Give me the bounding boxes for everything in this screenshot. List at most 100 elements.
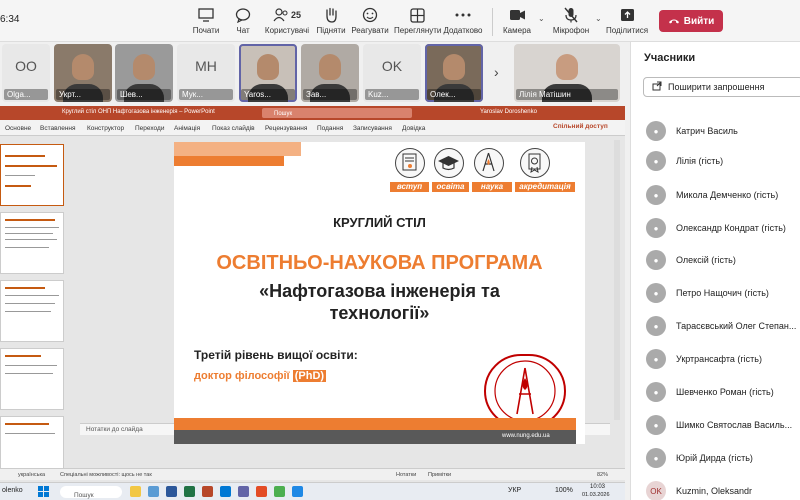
ribbon-tab[interactable]: Вставлення (40, 125, 76, 132)
avatar: ● (646, 349, 666, 369)
app-icon[interactable] (148, 486, 159, 497)
avatar: ● (646, 448, 666, 468)
participant-row[interactable]: ● Катрич Василь (631, 116, 800, 146)
ppt-search-box[interactable]: Пошук (262, 108, 412, 118)
ribbon-tab[interactable]: Довідка (402, 125, 425, 132)
video-tile[interactable]: Зав... (301, 44, 359, 102)
ribbon-tabs: Основне Вставлення Конструктор Переходи … (0, 120, 625, 136)
ribbon-tab[interactable]: Показ слайдів (212, 125, 255, 132)
taskbar-search[interactable]: Пошук (60, 486, 122, 499)
teams-icon[interactable] (238, 486, 249, 497)
more-button[interactable]: Додатково (440, 6, 486, 35)
mic-off-icon (548, 6, 594, 24)
slide-thumbnail[interactable] (0, 348, 64, 410)
ribbon-tab[interactable]: Анімація (174, 125, 200, 132)
word-icon[interactable] (166, 486, 177, 497)
video-tile[interactable]: Yaros... (239, 44, 297, 102)
mic-button[interactable]: Мікрофон (548, 6, 594, 35)
camera-icon (494, 6, 540, 24)
ellipsis-icon (440, 6, 486, 24)
app-icon[interactable] (292, 486, 303, 497)
share-invite-button[interactable]: Поширити запрошення (643, 77, 800, 97)
participant-video (556, 54, 578, 80)
slide-degree: доктор філософії (PhD) (194, 370, 327, 382)
windows-start-icon[interactable] (38, 486, 49, 497)
chat-button[interactable]: Чат (220, 6, 266, 35)
screen: 6:34 Почати Чат 25 Користувачі Підняти Р… (0, 0, 800, 500)
slide-thumbnail[interactable] (0, 144, 64, 206)
current-slide: вступ освіта наука акредитація КРУГЛИЙ С… (174, 142, 585, 444)
zoom-level[interactable]: 82% (597, 472, 608, 478)
category-label: акредитація (515, 182, 575, 192)
avatar: ● (646, 415, 666, 435)
share-icon (652, 81, 662, 93)
camera-button[interactable]: Камера (494, 6, 540, 35)
oil-rig-icon (474, 148, 504, 178)
video-tile[interactable]: Шев... (115, 44, 173, 102)
participant-row[interactable]: ● Олексій (гість) (631, 245, 800, 275)
participant-row[interactable]: ● Юрій Дирда (гість) (631, 443, 800, 473)
slide-thumbnail[interactable] (0, 212, 64, 274)
people-button[interactable]: 25 Користувачі (264, 6, 310, 35)
ribbon-tab[interactable]: Основне (5, 125, 31, 132)
phone-hangup-icon (668, 16, 680, 27)
video-tile[interactable]: OK Kuz... (363, 44, 421, 102)
leave-button[interactable]: Вийти (659, 10, 723, 32)
avatar: ● (646, 283, 666, 303)
slide-program-name: «Нафтогазова інженерія та технології» (259, 281, 500, 323)
video-tile[interactable]: Укрт... (54, 44, 112, 102)
ribbon-tab[interactable]: Записування (353, 125, 392, 132)
camera-options-chevron-icon[interactable]: ⌄ (538, 14, 545, 23)
meeting-toolbar: 6:34 Почати Чат 25 Користувачі Підняти Р… (0, 0, 800, 42)
slide-thumbnail[interactable] (0, 416, 64, 474)
slide-scrollbar[interactable] (614, 140, 620, 420)
participant-video (257, 54, 279, 80)
video-tile[interactable]: МН Мук... (177, 44, 235, 102)
avatar: ● (646, 151, 666, 171)
participant-row[interactable]: ● Тарасєвський Олег Степан... (631, 311, 800, 341)
participant-row[interactable]: ● Лілія (гість) (631, 146, 800, 176)
participant-row[interactable]: ● Петро Нащочич (гість) (631, 278, 800, 308)
ribbon-tab[interactable]: Подання (317, 125, 343, 132)
accreditation-icon (520, 148, 550, 178)
panel-title: Учасники (644, 52, 696, 64)
folder-icon[interactable] (130, 486, 141, 497)
powerpoint-icon[interactable] (202, 486, 213, 497)
participant-row[interactable]: ● Микола Демченко (гість) (631, 180, 800, 210)
slide-thumbnail[interactable] (0, 280, 64, 342)
participants-panel: Учасники Поширити запрошення ● Катрич Вас… (630, 42, 800, 500)
comments-toggle[interactable]: Примітки (428, 472, 451, 478)
share-screen-button[interactable]: Поділитися (604, 6, 650, 35)
react-button[interactable]: Реагувати (347, 6, 393, 35)
edge-icon[interactable] (220, 486, 231, 497)
avatar: OK (646, 481, 666, 500)
clock: 6:34 (0, 14, 20, 25)
ppt-title-bar: Круглий стіл ОНП Нафтогазова інженерія –… (0, 106, 625, 120)
chrome-icon[interactable] (274, 486, 285, 497)
participant-video (443, 54, 465, 80)
video-tile[interactable]: Лілія Матішин (514, 44, 620, 102)
participant-row[interactable]: ● Шевченко Роман (гість) (631, 377, 800, 407)
taskbar-user: olenko (2, 487, 23, 494)
notes-toggle[interactable]: Нотатки (396, 472, 416, 478)
video-tile[interactable]: Олек... (425, 44, 483, 102)
smile-icon (347, 6, 393, 24)
ribbon-tab[interactable]: Рецензування (265, 125, 307, 132)
slide-program-title: ОСВІТНЬО-НАУКОВА ПРОГРАМА (216, 252, 543, 274)
category-label: освіта (432, 182, 469, 192)
mic-options-chevron-icon[interactable]: ⌄ (595, 14, 602, 23)
participant-row[interactable]: OK Kuzmin, Oleksandr (631, 476, 800, 500)
participant-row[interactable]: ● Олександр Кондрат (гість) (631, 213, 800, 243)
excel-icon[interactable] (184, 486, 195, 497)
ribbon-tab[interactable]: Конструктор (87, 125, 124, 132)
view-button[interactable]: Переглянути (394, 6, 441, 35)
ribbon-tab[interactable]: Переходи (135, 125, 164, 132)
share-screen-icon (604, 6, 650, 24)
ppt-share-button[interactable]: Спільний доступ (553, 123, 608, 130)
video-tile[interactable]: OO Olga... (2, 44, 50, 102)
graduation-cap-icon (434, 148, 464, 178)
participant-row[interactable]: ● Укртрансафта (гість) (631, 344, 800, 374)
chevron-right-icon[interactable]: › (494, 64, 499, 80)
participant-row[interactable]: ● Шимко Святослав Василь... (631, 410, 800, 440)
app-icon[interactable] (256, 486, 267, 497)
